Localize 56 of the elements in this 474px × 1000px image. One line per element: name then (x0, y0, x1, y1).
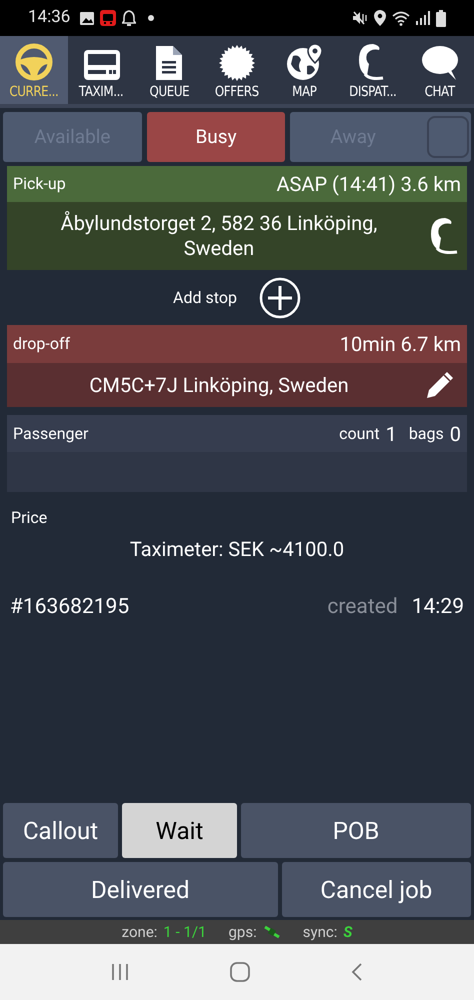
home-icon[interactable] (230, 962, 250, 982)
status-button[interactable]: Busy (146, 112, 286, 162)
document-icon (154, 44, 184, 82)
pencil-icon[interactable] (425, 370, 455, 400)
zone-label: zone: (122, 922, 158, 943)
dropoff-label: drop-off (13, 333, 70, 355)
job-id: #163682195 (10, 594, 130, 621)
passenger-label: Passenger (13, 422, 90, 444)
count-value: 1 (386, 420, 397, 448)
sync-label: sync: (302, 922, 338, 943)
chat-bubble-icon (420, 44, 460, 82)
nav-tab[interactable]: CHAT (406, 36, 474, 104)
add-stop-label: Add stop (173, 286, 237, 308)
action-button[interactable]: Cancel job (282, 862, 471, 917)
nav-tab[interactable]: TAXIM... (68, 36, 136, 104)
signal-icon (416, 11, 430, 25)
battery-icon (436, 10, 446, 26)
dropoff-eta: 10min 6.7 km (340, 331, 461, 358)
zone-value: 1 - 1/1 (163, 922, 206, 943)
taximeter-icon (82, 48, 121, 82)
wifi-icon (392, 10, 410, 26)
image-icon (80, 12, 94, 24)
location-icon (374, 10, 386, 26)
action-button[interactable]: Wait (122, 803, 237, 858)
steering-wheel-icon (14, 42, 54, 82)
action-button[interactable]: Callout (3, 803, 118, 858)
mute-icon (352, 11, 368, 25)
clock: 14:36 (28, 6, 70, 30)
pickup-eta: ASAP (14:41) 3.6 km (276, 171, 461, 198)
nav-tab[interactable]: OFFERS (203, 36, 271, 104)
dot-icon (148, 15, 154, 21)
dropoff-address: CM5C+7J Linköping, Sweden (88, 372, 350, 399)
created-label: created (327, 594, 398, 621)
created-time: 14:29 (412, 594, 464, 621)
nav-tab[interactable]: MAP (270, 36, 339, 104)
pickup-address: Åbylundstorget 2, 582 36 Linköping, Sweden (60, 211, 378, 261)
bags-label: bags (408, 422, 444, 444)
nav-tab[interactable]: CURRE... (0, 36, 68, 104)
price-value: Taximeter: SEK ~4100.0 (128, 536, 346, 563)
sync-status: S (343, 922, 352, 943)
satellite-icon (262, 925, 281, 939)
taxi-app-icon (100, 10, 116, 26)
nav-tab[interactable]: DISPAT... (338, 36, 406, 104)
recent-apps-icon[interactable] (110, 964, 129, 980)
gps-label: gps: (228, 922, 257, 943)
pickup-label: Pick-up (13, 173, 66, 195)
action-button[interactable]: POB (241, 803, 471, 858)
count-label: count (339, 422, 380, 444)
bags-value: 0 (450, 420, 461, 448)
action-button[interactable]: Delivered (3, 862, 278, 917)
price-label: Price (11, 507, 48, 529)
bell-icon (122, 10, 136, 26)
badge-icon (218, 44, 256, 82)
add-icon[interactable] (258, 276, 301, 318)
back-icon[interactable] (351, 963, 364, 981)
nav-tab[interactable]: QUEUE (135, 36, 204, 104)
